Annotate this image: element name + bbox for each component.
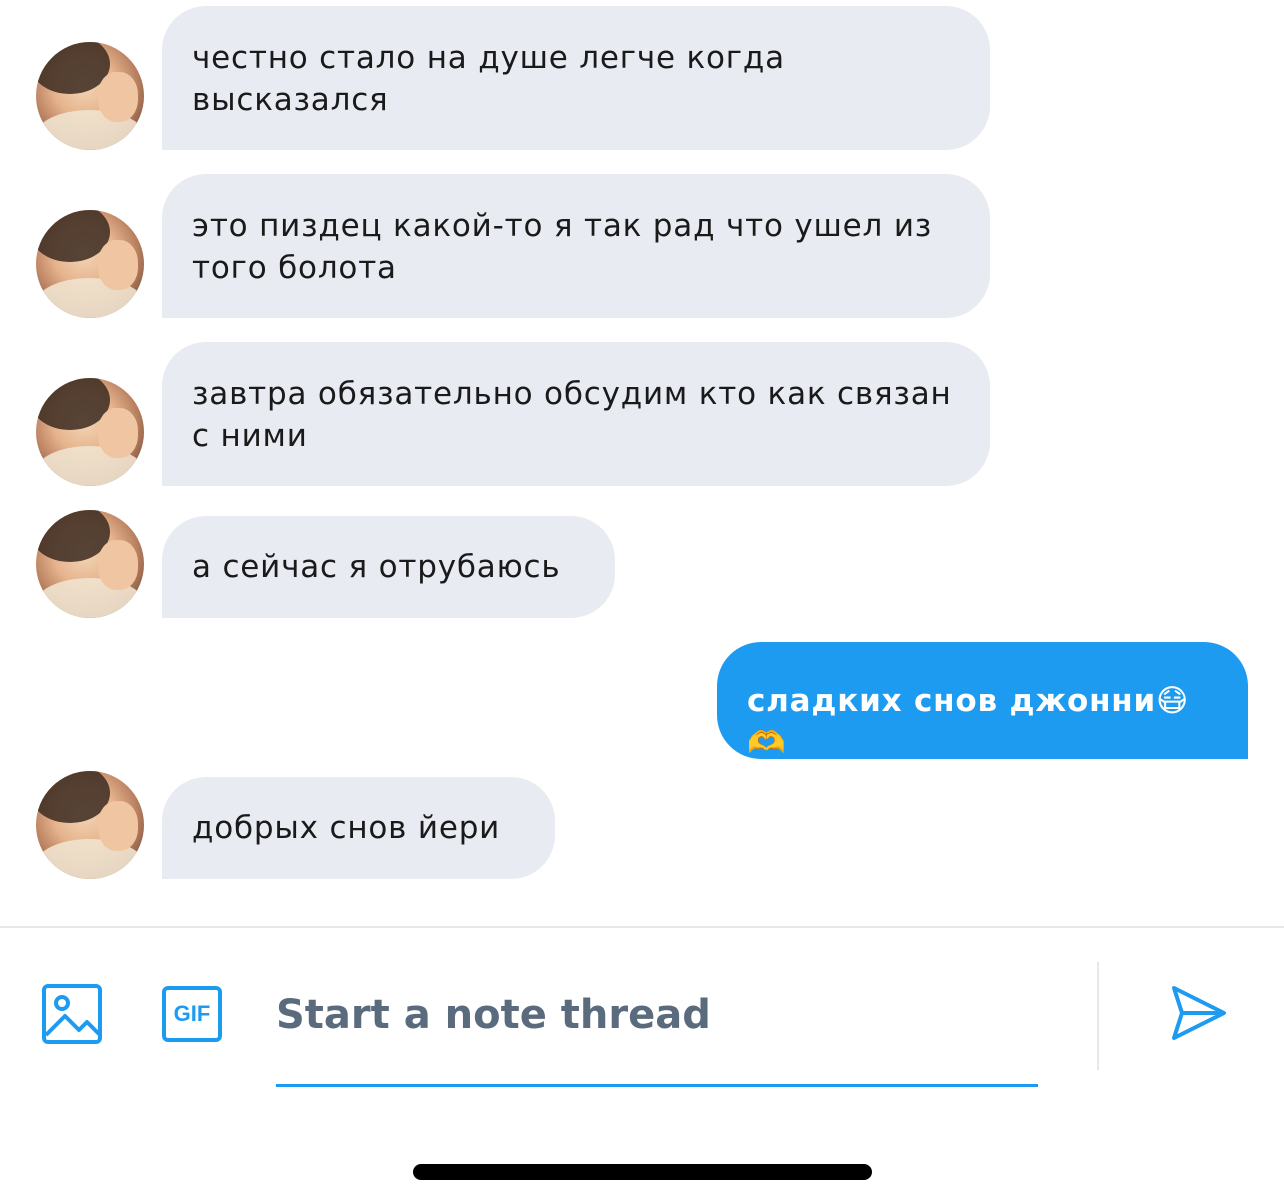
avatar[interactable]: [36, 210, 144, 318]
avatar[interactable]: [36, 378, 144, 486]
message-bubble-incoming[interactable]: завтра обязательно обсудим кто как связа…: [162, 342, 990, 486]
dm-conversation: честно стало на душе легче когда высказа…: [0, 0, 1284, 1204]
add-gif-button[interactable]: GIF: [160, 984, 224, 1044]
add-image-button[interactable]: [40, 983, 104, 1045]
avatar[interactable]: [36, 771, 144, 879]
message-text: а сейчас я отрубаюсь: [192, 549, 561, 585]
message-text: добрых снов йери: [192, 810, 501, 846]
avatar[interactable]: [36, 510, 144, 618]
avatar[interactable]: [36, 42, 144, 150]
message-text: честно стало на душе легче когда высказа…: [192, 40, 785, 118]
composer-divider: [0, 926, 1284, 928]
gif-label: GIF: [173, 1001, 211, 1026]
message-bubble-incoming[interactable]: это пиздец какой-то я так рад что ушел и…: [162, 174, 990, 318]
message-bubble-outgoing[interactable]: сладких снов джонни😷🫶: [717, 642, 1248, 761]
image-icon: [42, 984, 102, 1044]
note-thread-input[interactable]: [276, 985, 1038, 1045]
gif-icon: GIF: [162, 986, 222, 1042]
composer-separator: [1097, 962, 1099, 1070]
message-bubble-incoming[interactable]: а сейчас я отрубаюсь: [162, 516, 615, 618]
send-icon: [1172, 986, 1226, 1040]
send-button[interactable]: [1168, 982, 1230, 1044]
input-focus-underline: [276, 1084, 1038, 1087]
message-text: это пиздец какой-то я так рад что ушел и…: [192, 208, 933, 286]
message-bubble-incoming[interactable]: добрых снов йери: [162, 777, 555, 879]
message-bubble-incoming[interactable]: честно стало на душе легче когда высказа…: [162, 6, 990, 150]
message-text: завтра обязательно обсудим кто как связа…: [192, 376, 952, 454]
message-text: сладких снов джонни😷🫶: [747, 683, 1190, 761]
home-indicator[interactable]: [413, 1164, 872, 1180]
